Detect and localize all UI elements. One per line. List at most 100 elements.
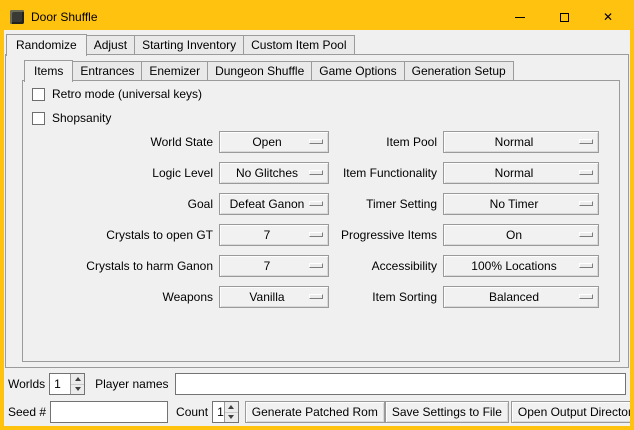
dropdown-indicator-icon [579,139,593,144]
dropdown-indicator-icon [579,232,593,237]
weapons-label: Weapons [31,290,213,304]
logic-level-value: No Glitches [236,166,298,180]
spin-up-icon[interactable] [71,374,84,385]
close-button[interactable]: ✕ [586,4,630,30]
tab-dungeon-shuffle[interactable]: Dungeon Shuffle [207,61,312,81]
dropdown-indicator-icon [309,201,323,206]
tab-adjust[interactable]: Adjust [86,35,135,55]
item-functionality-value: Normal [495,166,534,180]
weapons-value: Vanilla [249,290,284,304]
crystals-harm-ganon-label: Crystals to harm Ganon [31,259,213,273]
crystals-open-gt-dropdown[interactable]: 7 [219,224,329,246]
minimize-icon [515,17,525,18]
count-spinbox[interactable]: 1 [212,401,239,423]
minimize-button[interactable] [498,4,542,30]
dropdown-indicator-icon [309,170,323,175]
item-functionality-dropdown[interactable]: Normal [443,162,599,184]
seed-label: Seed # [8,405,46,419]
world-state-value: Open [252,135,281,149]
retro-mode-label: Retro mode (universal keys) [52,87,202,101]
maximize-button[interactable] [542,4,586,30]
outer-tab-bar: Randomize Adjust Starting Inventory Cust… [6,32,354,55]
tab-randomize[interactable]: Randomize [6,34,87,56]
spin-down-icon[interactable] [71,385,84,395]
timer-setting-value: No Timer [490,197,539,211]
dropdown-indicator-icon [309,263,323,268]
progressive-items-value: On [506,228,522,242]
seed-input[interactable] [50,401,168,423]
inner-tab-bar: Items Entrances Enemizer Dungeon Shuffle… [24,58,513,81]
retro-mode-checkbox[interactable]: Retro mode (universal keys) [32,86,202,102]
count-label: Count [176,405,208,419]
dropdown-indicator-icon [309,139,323,144]
crystals-harm-ganon-value: 7 [264,259,271,273]
worlds-row: Worlds 1 Player names [8,372,626,396]
tab-items[interactable]: Items [24,60,73,82]
tab-enemizer[interactable]: Enemizer [141,61,208,81]
item-pool-dropdown[interactable]: Normal [443,131,599,153]
item-sorting-dropdown[interactable]: Balanced [443,286,599,308]
open-output-directory-button[interactable]: Open Output Directory [511,401,634,423]
item-functionality-label: Item Functionality [335,166,437,180]
spinner-buttons [224,402,238,422]
dropdown-indicator-icon [579,294,593,299]
accessibility-dropdown[interactable]: 100% Locations [443,255,599,277]
item-pool-label: Item Pool [335,135,437,149]
checkbox-unchecked-icon[interactable] [32,112,45,125]
seed-row: Seed # Count 1 Generate Patched Rom Save… [8,400,626,424]
dropdown-indicator-icon [579,263,593,268]
generate-patched-rom-button[interactable]: Generate Patched Rom [245,401,385,423]
goal-value: Defeat Ganon [230,197,305,211]
checkbox-unchecked-icon[interactable] [32,88,45,101]
tab-custom-item-pool[interactable]: Custom Item Pool [243,35,354,55]
titlebar[interactable]: Door Shuffle ✕ [4,4,630,30]
count-value: 1 [213,402,224,422]
logic-level-label: Logic Level [31,166,213,180]
worlds-value: 1 [50,374,70,394]
timer-setting-dropdown[interactable]: No Timer [443,193,599,215]
save-settings-button[interactable]: Save Settings to File [385,401,509,423]
player-names-input[interactable] [175,373,627,395]
accessibility-value: 100% Locations [471,259,556,273]
worlds-label: Worlds [8,377,45,391]
shopsanity-label: Shopsanity [52,111,111,125]
dropdown-indicator-icon [579,170,593,175]
accessibility-label: Accessibility [335,259,437,273]
weapons-dropdown[interactable]: Vanilla [219,286,329,308]
spin-down-icon[interactable] [225,413,238,423]
window-controls: ✕ [498,4,630,30]
spinner-buttons [70,374,84,394]
tab-starting-inventory[interactable]: Starting Inventory [134,35,244,55]
world-state-dropdown[interactable]: Open [219,131,329,153]
progressive-items-label: Progressive Items [335,228,437,242]
crystals-open-gt-label: Crystals to open GT [31,228,213,242]
app-icon [10,10,24,24]
tab-game-options[interactable]: Game Options [311,61,404,81]
spin-up-icon[interactable] [225,402,238,413]
maximize-icon [560,13,569,22]
crystals-harm-ganon-dropdown[interactable]: 7 [219,255,329,277]
window-content: Randomize Adjust Starting Inventory Cust… [4,30,630,426]
dropdown-indicator-icon [309,294,323,299]
item-sorting-label: Item Sorting [335,290,437,304]
logic-level-dropdown[interactable]: No Glitches [219,162,329,184]
goal-dropdown[interactable]: Defeat Ganon [219,193,329,215]
tab-generation-setup[interactable]: Generation Setup [404,61,514,81]
dropdown-indicator-icon [579,201,593,206]
dropdown-indicator-icon [309,232,323,237]
timer-setting-label: Timer Setting [335,197,437,211]
items-pane: Retro mode (universal keys) Shopsanity W… [22,80,620,362]
progressive-items-dropdown[interactable]: On [443,224,599,246]
tab-entrances[interactable]: Entrances [72,61,142,81]
player-names-label: Player names [95,377,168,391]
shopsanity-checkbox[interactable]: Shopsanity [32,110,111,126]
window: Door Shuffle ✕ Randomize Adjust Starting… [0,0,634,430]
goal-label: Goal [31,197,213,211]
item-sorting-value: Balanced [489,290,539,304]
settings-grid: World State Open Item Pool Normal Logic … [31,131,599,308]
window-title: Door Shuffle [31,10,98,24]
worlds-spinbox[interactable]: 1 [49,373,85,395]
close-icon: ✕ [603,11,613,23]
crystals-open-gt-value: 7 [264,228,271,242]
world-state-label: World State [31,135,213,149]
